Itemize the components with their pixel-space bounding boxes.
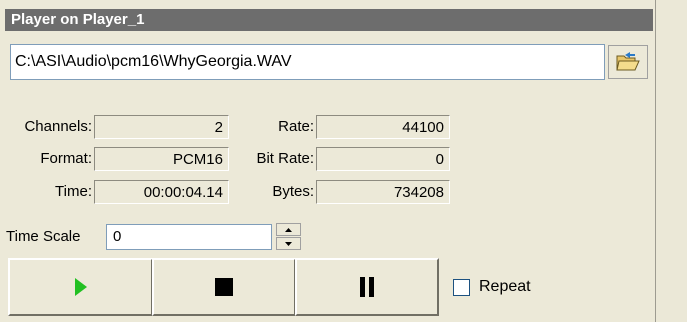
time-scale-input[interactable]: 0 — [106, 224, 272, 250]
play-icon — [74, 278, 87, 296]
time-value: 00:00:04.14 — [94, 180, 229, 204]
time-scale-label: Time Scale — [6, 228, 81, 245]
bitrate-label: Bit Rate: — [256, 150, 314, 167]
channels-label: Channels: — [24, 118, 92, 135]
rate-label: Rate: — [278, 118, 314, 135]
time-label: Time: — [55, 183, 92, 200]
player-panel: Player on Player_1 C:\ASI\Audio\pcm16\Wh… — [0, 0, 655, 322]
stop-button[interactable] — [152, 258, 296, 316]
format-value: PCM16 — [94, 147, 229, 171]
bytes-label: Bytes: — [272, 183, 314, 200]
bitrate-value: 0 — [316, 147, 450, 171]
bytes-value: 734208 — [316, 180, 450, 204]
pause-icon — [360, 277, 374, 297]
panel-title: Player on Player_1 — [5, 9, 653, 31]
repeat-label: Repeat — [479, 278, 531, 295]
repeat-checkbox[interactable] — [453, 279, 470, 296]
time-scale-down-button[interactable] — [276, 237, 301, 250]
arrow-down-icon — [285, 241, 292, 246]
channels-value: 2 — [94, 115, 229, 139]
file-path-field[interactable]: C:\ASI\Audio\pcm16\WhyGeorgia.WAV — [10, 44, 605, 80]
browse-button[interactable] — [608, 45, 648, 79]
folder-open-icon — [616, 52, 640, 71]
side-panel-edge — [655, 0, 687, 322]
arrow-up-icon — [285, 227, 292, 232]
play-button[interactable] — [8, 258, 153, 316]
rate-value: 44100 — [316, 115, 450, 139]
format-label: Format: — [40, 150, 92, 167]
stop-icon — [215, 278, 233, 296]
time-scale-up-button[interactable] — [276, 223, 301, 236]
pause-button[interactable] — [295, 258, 439, 316]
